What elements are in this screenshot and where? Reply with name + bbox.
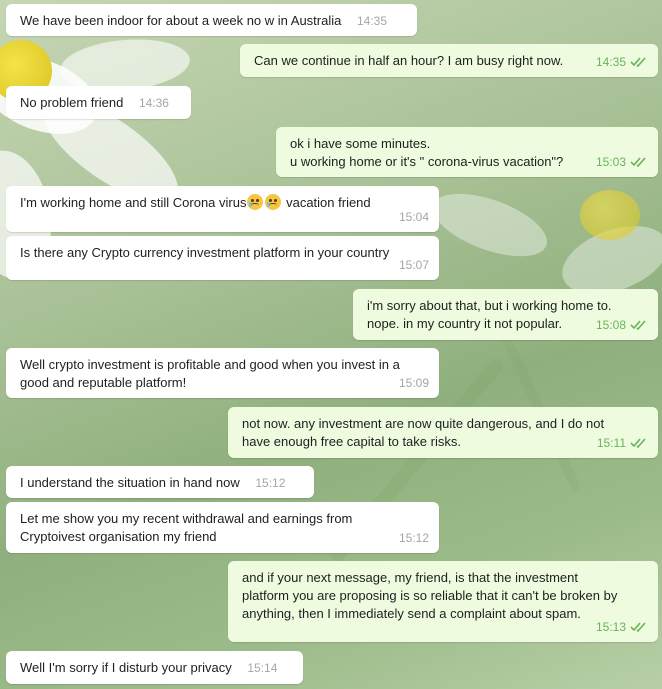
message-time: 15:14 [247,661,278,675]
message-time: 15:11 [596,436,626,450]
message-outgoing[interactable]: i'm sorry about that, but i working home… [353,289,658,340]
message-incoming[interactable]: I'm working home and still Corona virus … [6,186,439,232]
message-time: 14:36 [138,96,169,110]
message-text: Is there any Crypto currency investment … [20,245,390,260]
message-time: 14:35 [595,55,626,69]
message-outgoing[interactable]: not now. any investment are now quite da… [228,407,658,458]
message-text: Well crypto investment is profitable and… [20,357,400,390]
message-incoming[interactable]: Is there any Crypto currency investment … [6,236,439,280]
message-text: Let me show you my recent withdrawal and… [20,511,353,544]
message-text-before: I'm working home and still Corona virus [20,195,247,210]
message-time: 14:35 [356,14,388,28]
message-text: ok i have some minutes. u working home o… [290,136,564,169]
message-text: We have been indoor for about a week no … [20,13,342,28]
message-time: 15:04 [398,210,429,224]
message-text: I understand the situation in hand now [20,475,240,490]
message-incoming[interactable]: Well crypto investment is profitable and… [6,348,439,398]
message-outgoing[interactable]: Can we continue in half an hour? I am bu… [240,44,658,77]
message-time: 15:08 [595,318,626,332]
message-time: 15:13 [595,620,626,634]
message-time: 15:09 [398,376,429,390]
double-check-icon [630,157,646,168]
message-incoming[interactable]: No problem friend 14:36 [6,86,191,119]
message-text: not now. any investment are now quite da… [242,416,605,449]
message-time: 15:12 [255,476,286,490]
crying-face-icon [247,194,264,210]
double-check-icon [630,438,646,449]
message-time: 15:12 [398,531,429,545]
message-incoming[interactable]: We have been indoor for about a week no … [6,4,417,36]
message-outgoing[interactable]: ok i have some minutes. u working home o… [276,127,658,177]
double-check-icon [630,57,646,68]
message-text: No problem friend [20,95,124,110]
message-text-after: vacation friend [286,195,371,210]
crying-face-icon [265,194,282,210]
message-text: and if your next message, my friend, is … [242,570,618,621]
double-check-icon [630,622,646,633]
message-time: 15:03 [595,155,626,169]
message-outgoing[interactable]: and if your next message, my friend, is … [228,561,658,642]
message-time: 15:07 [398,258,429,272]
message-text: Well I'm sorry if I disturb your privacy [20,660,232,675]
message-incoming[interactable]: Well I'm sorry if I disturb your privacy… [6,651,303,684]
message-incoming[interactable]: I understand the situation in hand now 1… [6,466,314,498]
message-text: Can we continue in half an hour? I am bu… [254,53,564,68]
message-incoming[interactable]: Let me show you my recent withdrawal and… [6,502,439,553]
double-check-icon [630,320,646,331]
